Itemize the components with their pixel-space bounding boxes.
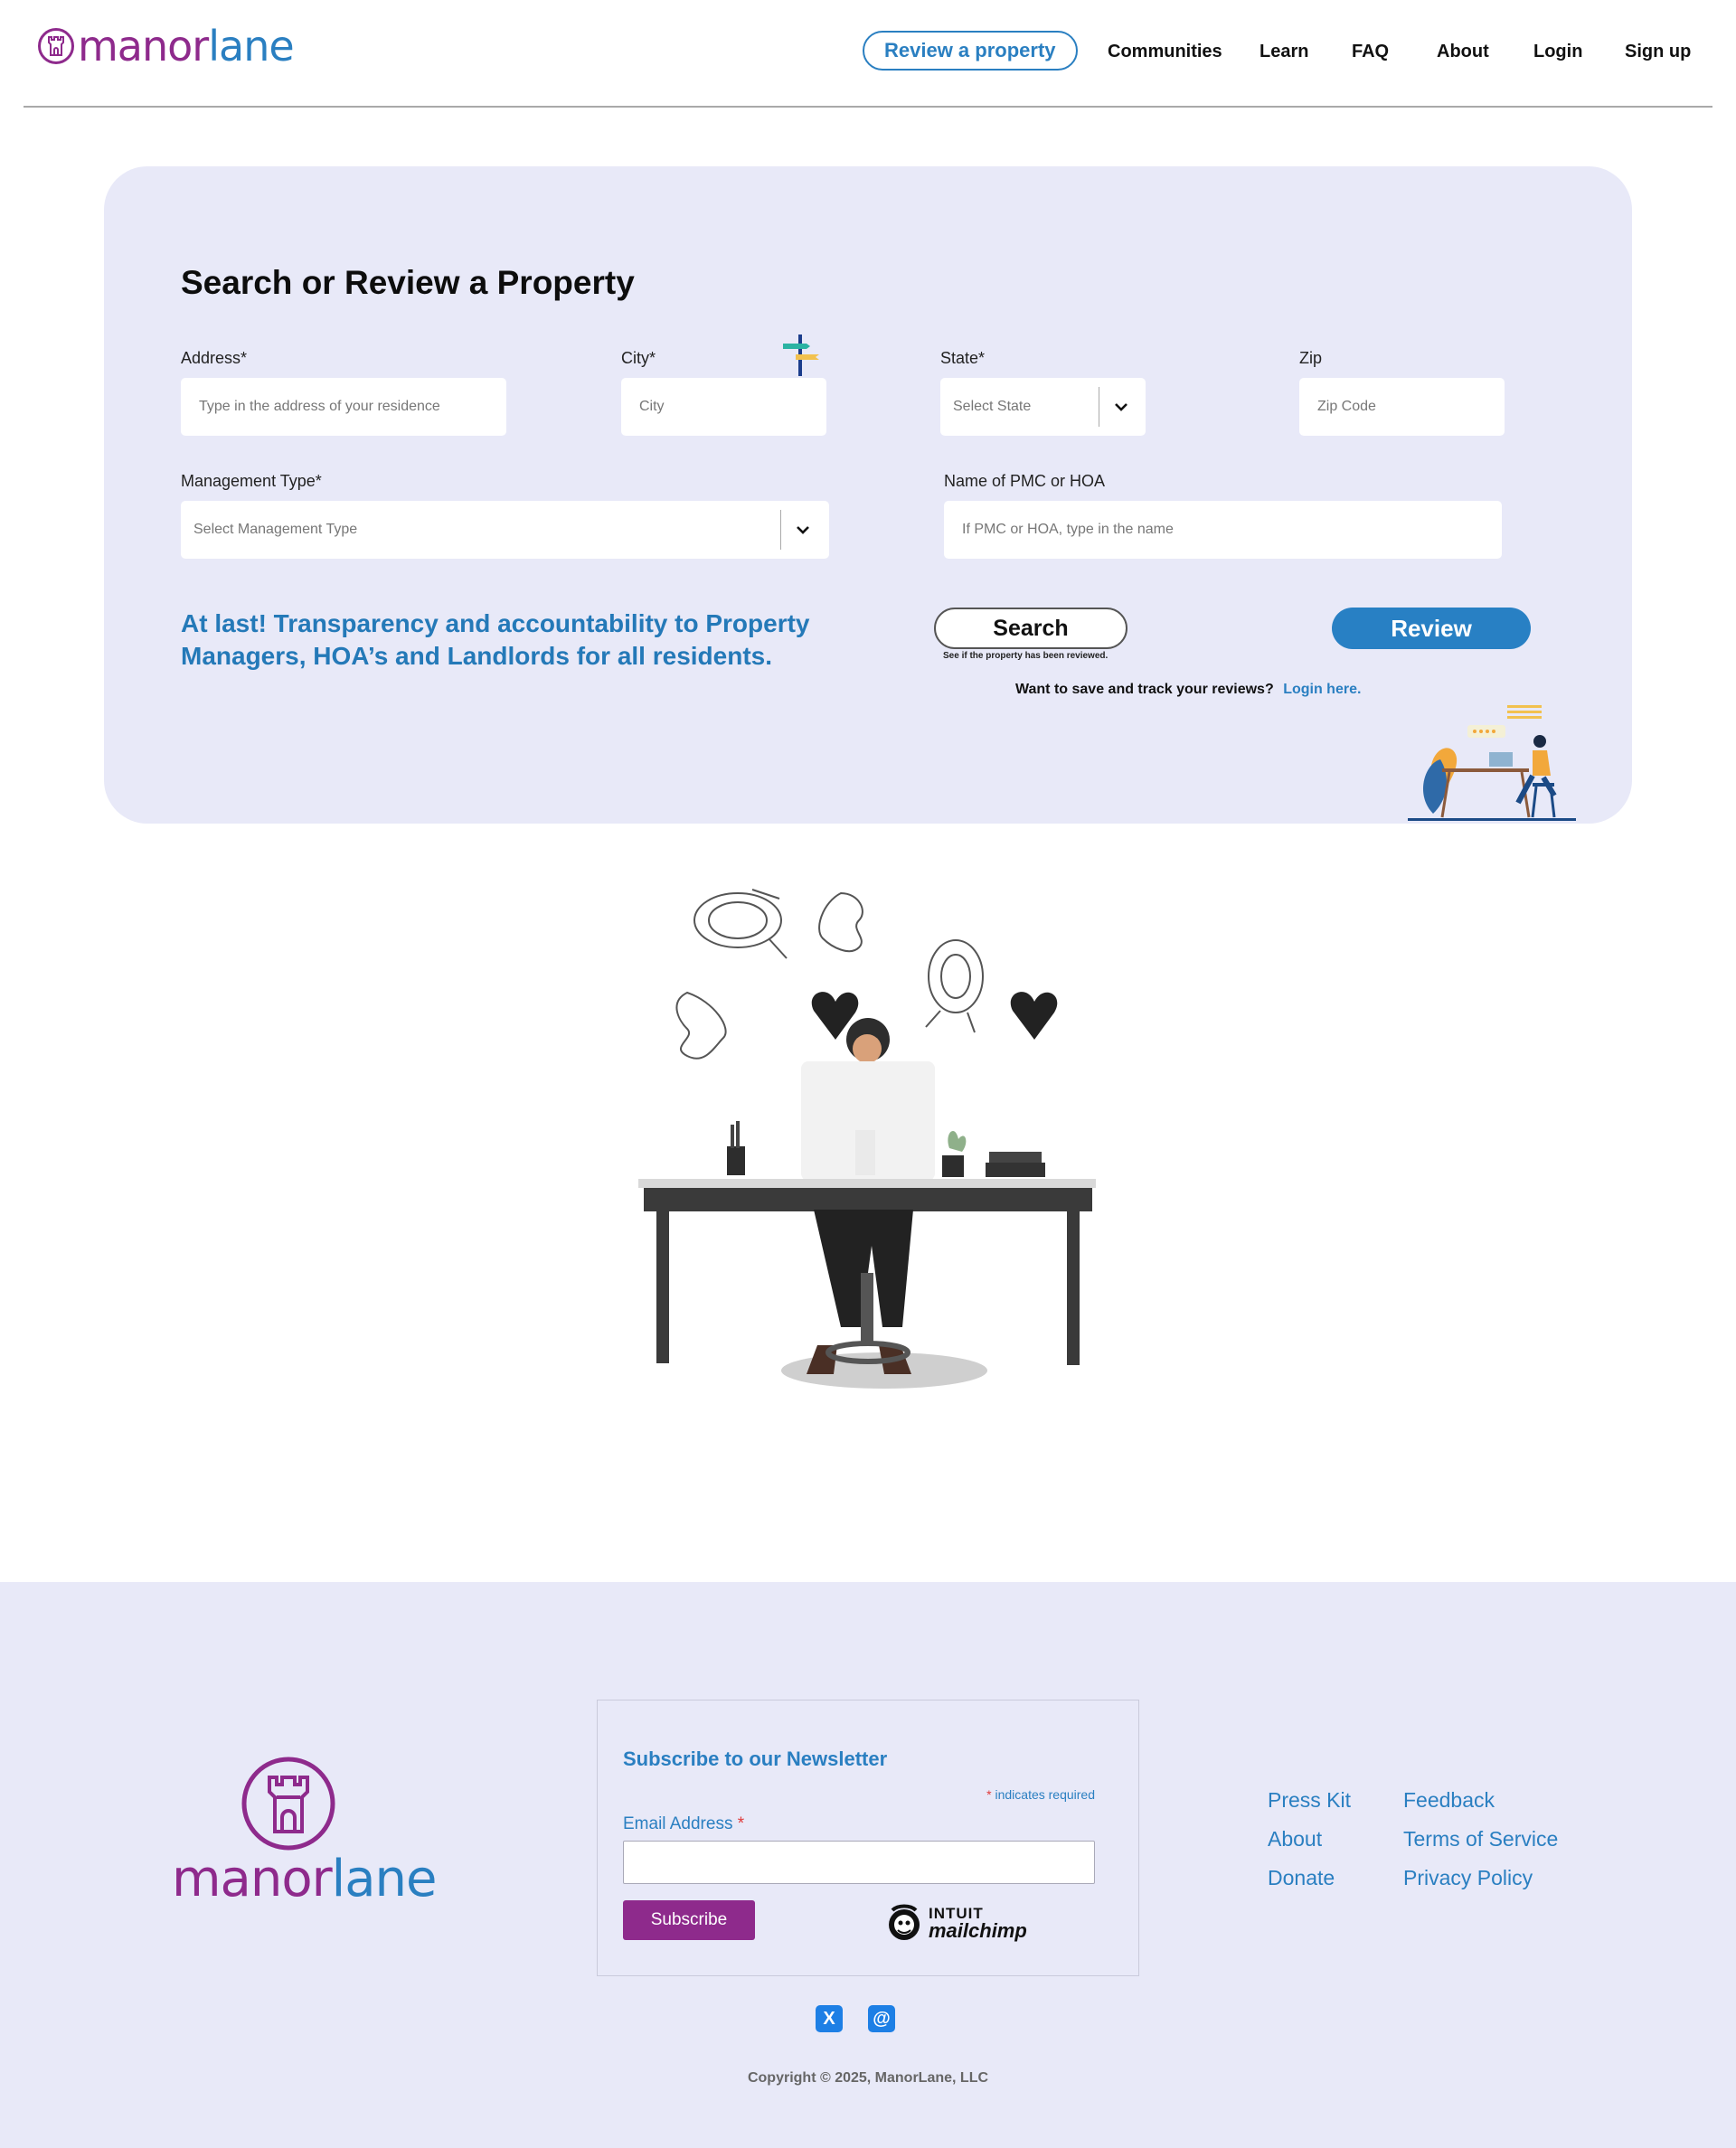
management-type-value: Select Management Type [193,522,358,537]
header-divider [24,106,1712,108]
search-note: See if the property has been reviewed. [943,651,1109,661]
castle-logo-icon [241,1757,335,1851]
mailchimp-badge[interactable]: INTUIT mailchimp [885,1903,1027,1943]
overwhelmed-person-illustration [638,889,1096,1389]
email-label: Email Address * [623,1814,745,1833]
footer-logo[interactable]: manorlane [172,1756,437,1909]
nav-faq[interactable]: FAQ [1352,31,1389,72]
management-type-label: Management Type* [181,472,322,490]
zip-input[interactable]: Zip Code [1299,378,1505,436]
footer-link-about[interactable]: About [1268,1827,1322,1851]
login-prompt: Want to save and track your reviews? Log… [1015,682,1361,698]
footer-link-feedback[interactable]: Feedback [1403,1788,1495,1813]
copyright: Copyright © 2025, ManorLane, LLC [747,2070,989,2086]
tagline: At last! Transparency and accountability… [181,609,810,670]
city-input[interactable]: City [621,378,826,436]
castle-logo-icon [38,28,74,64]
management-type-select[interactable]: Select Management Type [181,501,829,559]
nav-learn[interactable]: Learn [1260,31,1308,72]
login-prompt-text: Want to save and track your reviews? [1015,682,1274,697]
threads-icon[interactable]: @ [868,2005,895,2032]
state-select[interactable]: Select State [940,378,1146,436]
pmc-name-input[interactable]: If PMC or HOA, type in the name [944,501,1502,559]
mailchimp-intuit-text: INTUIT [929,1904,984,1922]
chevron-down-icon [787,513,819,546]
search-button[interactable]: Search [934,608,1127,649]
site-footer: manorlane Subscribe to our Newsletter * … [0,1582,1736,2148]
nav-about[interactable]: About [1437,31,1489,72]
select-divider [780,510,781,550]
site-header: manorlane Review a property Communities … [0,0,1736,108]
signpost-icon [783,334,819,376]
chevron-down-icon [1105,391,1137,423]
city-label: City* [621,349,656,367]
review-button[interactable]: Review [1332,608,1531,649]
mailchimp-icon [889,1904,920,1940]
footer-link-press-kit[interactable]: Press Kit [1268,1788,1351,1813]
footer-link-donate[interactable]: Donate [1268,1866,1335,1890]
reviewer-illustration [1408,705,1576,821]
nav-login[interactable]: Login [1533,31,1582,72]
email-field[interactable] [623,1841,1095,1884]
review-property-nav-button[interactable]: Review a property [863,31,1078,71]
pmc-name-label: Name of PMC or HOA [944,472,1106,490]
mailchimp-text: mailchimp [929,1918,1027,1942]
login-link[interactable]: Login here. [1283,682,1361,697]
search-review-card: Search or Review a Property Address* Typ… [104,166,1632,824]
x-twitter-icon[interactable]: X [816,2005,843,2032]
address-input[interactable]: Type in the address of your residence [181,378,506,436]
nav-communities[interactable]: Communities [1108,31,1222,72]
state-select-value: Select State [953,399,1032,414]
site-logo[interactable]: manorlane [38,22,295,71]
newsletter-form: Subscribe to our Newsletter * indicates … [597,1700,1139,1976]
footer-link-privacy[interactable]: Privacy Policy [1403,1866,1533,1890]
address-label: Address* [181,349,248,367]
newsletter-title: Subscribe to our Newsletter [623,1748,888,1770]
footer-logo-wordmark: manorlane [172,1850,437,1908]
nav-signup[interactable]: Sign up [1625,31,1691,72]
zip-label: Zip [1299,349,1323,367]
subscribe-button[interactable]: Subscribe [623,1900,755,1940]
required-note: * indicates required [986,1787,1095,1802]
page-title: Search or Review a Property [181,264,635,301]
logo-wordmark: manorlane [78,22,295,71]
state-label: State* [940,349,986,367]
footer-link-terms[interactable]: Terms of Service [1403,1827,1558,1851]
